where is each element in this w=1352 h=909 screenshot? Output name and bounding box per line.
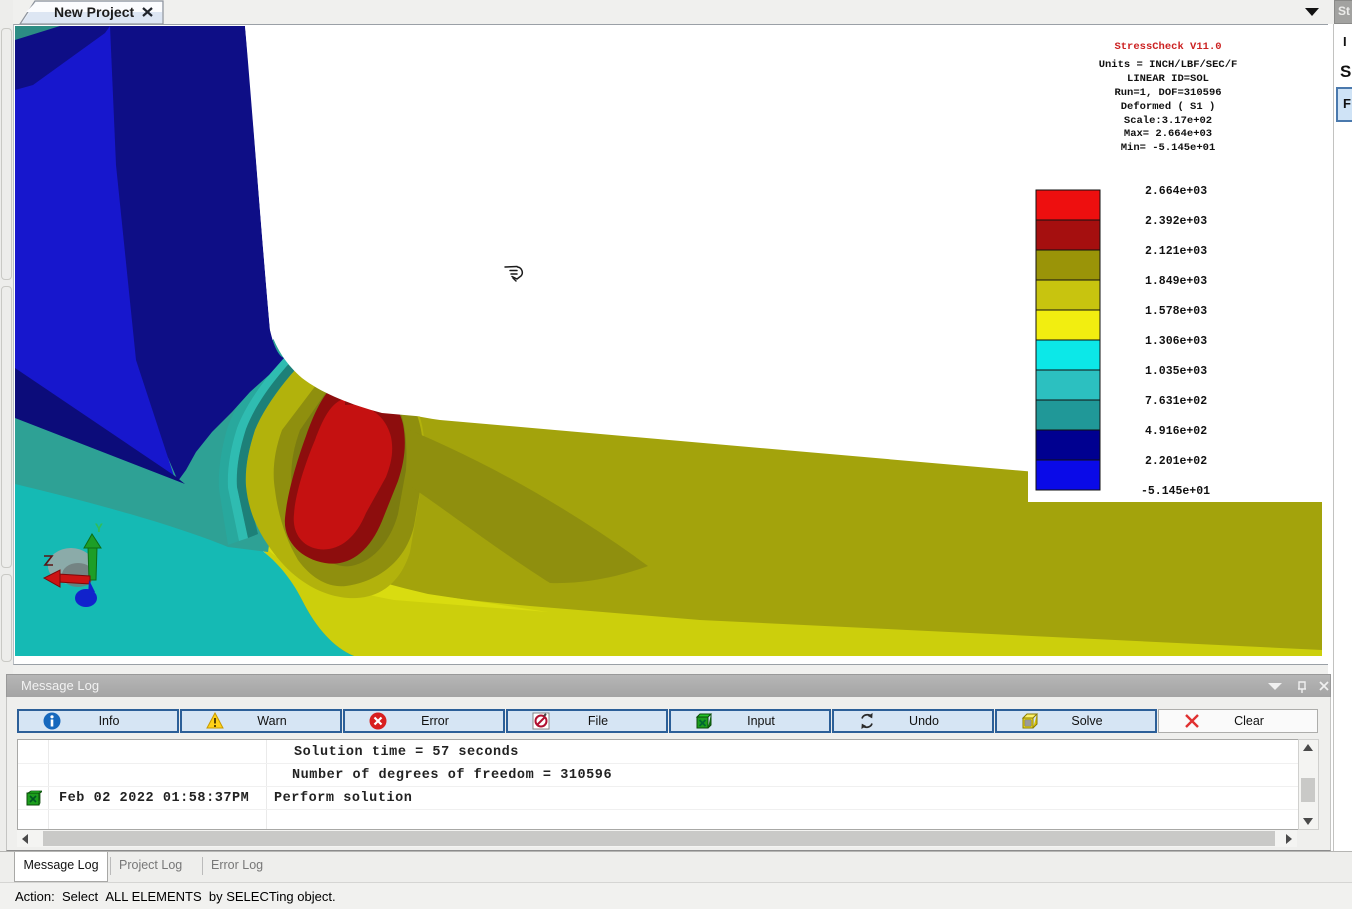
svg-text:1.849e+03: 1.849e+03 xyxy=(1145,275,1207,288)
svg-text:1.306e+03: 1.306e+03 xyxy=(1145,335,1207,348)
svg-text:4.916e+02: 4.916e+02 xyxy=(1145,425,1207,438)
svg-text:2.121e+03: 2.121e+03 xyxy=(1145,245,1207,258)
svg-text:New Project: New Project xyxy=(54,4,134,20)
svg-text:2.664e+03: 2.664e+03 xyxy=(1145,185,1207,198)
svg-text:2.201e+02: 2.201e+02 xyxy=(1145,455,1207,468)
svg-text:1.035e+03: 1.035e+03 xyxy=(1145,365,1207,378)
svg-text:2.392e+03: 2.392e+03 xyxy=(1145,215,1207,228)
svg-text:7.631e+02: 7.631e+02 xyxy=(1145,395,1207,408)
svg-text:Y: Y xyxy=(95,521,103,536)
svg-text:-5.145e+01: -5.145e+01 xyxy=(1141,485,1210,498)
svg-text:1.578e+03: 1.578e+03 xyxy=(1145,305,1207,318)
